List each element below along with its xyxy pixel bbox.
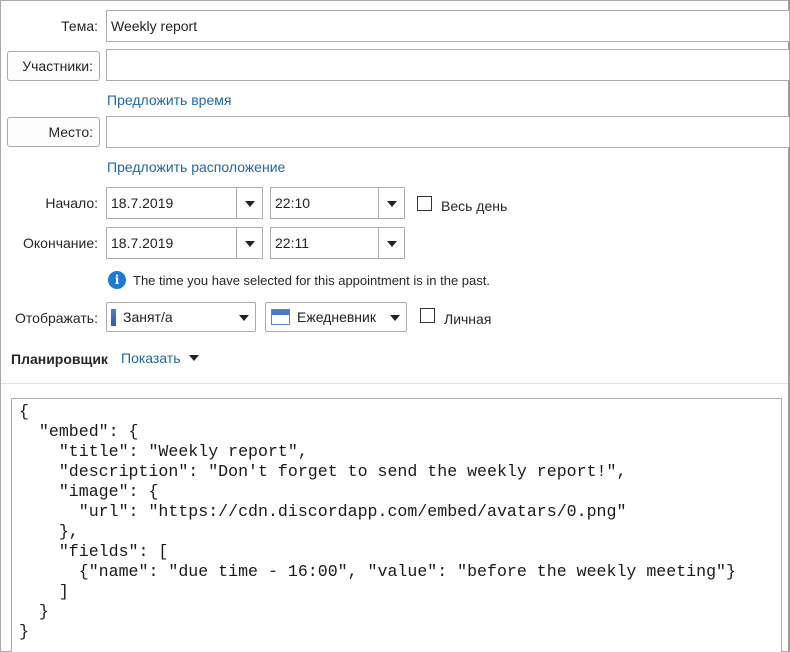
end-time-value: 22:11 xyxy=(275,235,309,251)
calendar-value: Ежедневник xyxy=(297,309,376,325)
scheduler-show-link[interactable]: Показать xyxy=(121,349,181,367)
participants-field[interactable] xyxy=(106,49,790,81)
private-checkbox[interactable] xyxy=(420,308,435,323)
chevron-down-icon xyxy=(245,201,255,207)
start-date-picker[interactable]: 18.7.2019 xyxy=(106,187,263,219)
show-as-select[interactable]: Занят/а xyxy=(106,302,256,332)
start-time-picker[interactable]: 22:10 xyxy=(270,187,405,219)
chevron-down-icon xyxy=(387,201,397,207)
scheduler-label: Планировщик xyxy=(11,351,108,367)
calendar-select[interactable]: Ежедневник xyxy=(265,302,407,332)
show-as-value: Занят/а xyxy=(123,309,173,325)
divider xyxy=(1,383,788,384)
start-time-dropdown[interactable] xyxy=(378,188,404,218)
start-time-value: 22:10 xyxy=(275,195,311,211)
location-button[interactable]: Место: xyxy=(7,117,100,147)
past-time-info-text: The time you have selected for this appo… xyxy=(133,273,490,288)
start-date-value: 18.7.2019 xyxy=(111,195,174,211)
suggest-time-link[interactable]: Предложить время xyxy=(107,91,231,109)
chevron-down-icon[interactable] xyxy=(189,355,199,361)
all-day-checkbox[interactable] xyxy=(417,196,432,211)
body-text: { "embed": { "title": "Weekly report", "… xyxy=(19,402,736,641)
chevron-down-icon xyxy=(387,241,397,247)
busy-status-icon xyxy=(111,309,116,326)
calendar-icon xyxy=(271,309,290,325)
suggest-location-link[interactable]: Предложить расположение xyxy=(107,158,285,176)
start-label: Начало: xyxy=(45,195,98,211)
end-time-picker[interactable]: 22:11 xyxy=(270,227,405,259)
all-day-label: Весь день xyxy=(441,198,508,214)
info-icon: i xyxy=(108,271,126,289)
end-date-value: 18.7.2019 xyxy=(111,235,174,251)
end-time-dropdown[interactable] xyxy=(378,228,404,258)
private-label: Личная xyxy=(444,311,492,327)
end-date-dropdown[interactable] xyxy=(236,228,262,258)
end-label: Окончание: xyxy=(23,235,98,251)
start-date-dropdown[interactable] xyxy=(236,188,262,218)
subject-field[interactable]: Weekly report xyxy=(106,10,790,42)
body-editor[interactable]: { "embed": { "title": "Weekly report", "… xyxy=(11,398,782,652)
subject-label: Тема: xyxy=(61,18,98,34)
participants-button[interactable]: Участники: xyxy=(7,51,100,81)
chevron-down-icon xyxy=(245,241,255,247)
location-field[interactable] xyxy=(106,116,790,148)
scheduler-show-text: Показать xyxy=(121,350,181,366)
chevron-down-icon xyxy=(239,315,249,321)
end-date-picker[interactable]: 18.7.2019 xyxy=(106,227,263,259)
show-as-label: Отображать: xyxy=(15,310,98,326)
chevron-down-icon xyxy=(390,315,400,321)
